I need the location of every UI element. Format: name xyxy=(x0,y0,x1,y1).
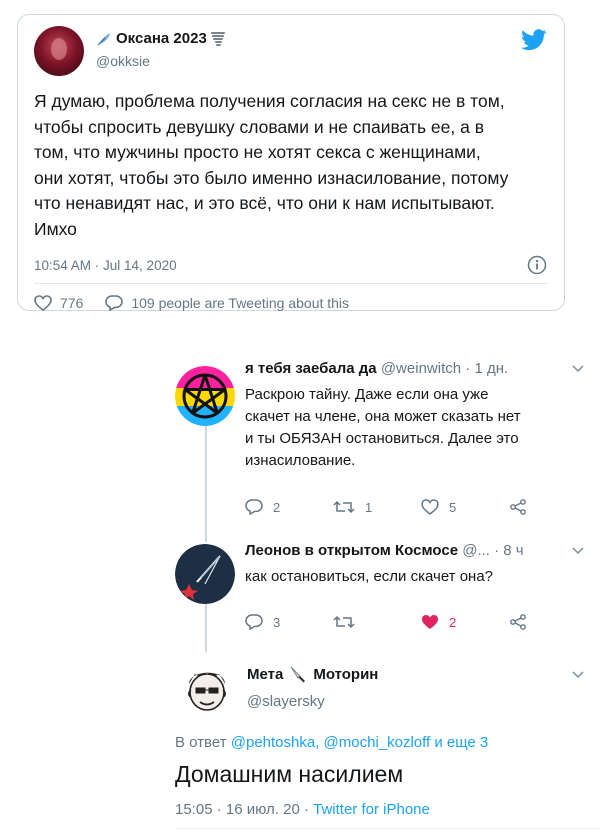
reply-icon xyxy=(245,499,263,515)
heart-icon xyxy=(34,295,52,311)
like-action[interactable]: 776 xyxy=(34,295,83,311)
tweet-author-handle[interactable]: @... xyxy=(462,542,490,559)
tweet-text: Я думаю, проблема получения согласия на … xyxy=(34,91,509,239)
twitter-bird-icon[interactable] xyxy=(521,29,547,51)
cartoon-face-avatar[interactable] xyxy=(179,660,235,716)
like-button[interactable]: 5 xyxy=(421,499,509,515)
reply-context: В ответ @pehtoshka, @mochi_kozloff и еще… xyxy=(175,734,488,751)
author-handle[interactable]: @okksie xyxy=(96,53,150,69)
tweet-time[interactable]: 1 дн. xyxy=(474,360,508,377)
knife-icon xyxy=(290,666,306,683)
reply-icon xyxy=(105,295,124,311)
tweet-time[interactable]: 8 ч xyxy=(503,542,523,559)
reply-count: 2 xyxy=(273,499,281,515)
like-count: 776 xyxy=(60,295,84,311)
rocket-avatar-icon xyxy=(175,544,235,604)
tweeting-about-link[interactable]: 109 people are Tweeting about this xyxy=(105,295,349,311)
author-name-row[interactable]: Оксана 2023 xyxy=(96,30,225,47)
thread-tweet[interactable]: Леонов в открытом Космосе @... · 8 ч как… xyxy=(175,542,599,642)
reply-button[interactable]: 2 xyxy=(245,499,333,515)
tweet-author-name[interactable]: я тебя заебала да xyxy=(245,360,377,377)
like-button[interactable]: 2 xyxy=(421,614,509,630)
tweet-actions: 2 1 5 xyxy=(245,499,597,515)
focused-author-handle[interactable]: @slayersky xyxy=(247,693,325,710)
reply-count: 3 xyxy=(273,614,281,630)
tweet-timestamp[interactable]: 10:54 AM · Jul 14, 2020 xyxy=(34,258,177,273)
embedded-tweet-card[interactable]: Оксана 2023 @okksie Я думаю, проблема по… xyxy=(17,14,565,311)
tweet-avatar[interactable] xyxy=(175,366,235,426)
tweet-actions: 3 2 xyxy=(245,614,597,630)
tweet-source-link[interactable]: Twitter for iPhone xyxy=(313,801,430,818)
tweet-timestamp-row: 15:05 · 16 июл. 20 · Twitter for iPhone xyxy=(175,801,430,818)
tornado-icon xyxy=(210,31,225,46)
reply-button[interactable]: 3 xyxy=(245,614,333,630)
like-count: 2 xyxy=(449,614,457,630)
tweet-header: Леонов в открытом Космосе @... · 8 ч xyxy=(245,542,524,559)
tweet-text: как остановиться, если скачет она? xyxy=(245,568,494,585)
tweet-text: Раскрою тайну. Даже если она уже скачет … xyxy=(245,386,521,469)
author-avatar[interactable] xyxy=(34,26,84,76)
tweet-header: я тебя заебала да @weinwitch · 1 дн. xyxy=(245,360,509,377)
share-button[interactable] xyxy=(509,499,597,515)
retweet-count: 1 xyxy=(365,499,373,515)
author-name-second: Моторин xyxy=(313,665,379,683)
heart-icon xyxy=(421,499,439,515)
chevron-down-icon[interactable] xyxy=(571,670,585,680)
tweet-avatar[interactable] xyxy=(175,544,235,604)
heart-filled-icon xyxy=(422,615,438,629)
divider xyxy=(34,283,548,284)
reply-mentions-link[interactable]: @pehtoshka, @mochi_kozloff и еще 3 xyxy=(231,734,489,751)
info-icon[interactable] xyxy=(527,255,547,275)
pentagram-avatar-icon xyxy=(175,366,235,426)
tweet-author-name[interactable]: Леонов в открытом Космосе xyxy=(245,542,458,559)
tweet-actions: 776 109 people are Tweeting about this xyxy=(34,295,371,311)
focused-author-name[interactable]: Мета Моторин xyxy=(247,665,378,683)
retweet-icon xyxy=(333,500,355,514)
retweet-icon xyxy=(333,615,355,629)
feather-icon xyxy=(97,32,110,45)
author-name: Оксана 2023 xyxy=(116,30,207,47)
tweet-author-handle[interactable]: @weinwitch xyxy=(381,360,461,377)
chevron-down-icon[interactable] xyxy=(571,364,585,374)
reply-icon xyxy=(245,614,263,630)
share-icon xyxy=(510,499,526,515)
author-name-first: Мета xyxy=(247,665,284,683)
share-icon xyxy=(510,614,526,630)
tweeting-about-text: 109 people are Tweeting about this xyxy=(131,295,350,311)
divider xyxy=(175,828,599,829)
like-count: 5 xyxy=(449,499,457,515)
retweet-button[interactable] xyxy=(333,614,421,630)
share-button[interactable] xyxy=(509,614,597,630)
focused-tweet-text: Домашним насилием xyxy=(175,761,404,787)
chevron-down-icon[interactable] xyxy=(571,546,585,556)
retweet-button[interactable]: 1 xyxy=(333,499,421,515)
reply-prefix: В ответ xyxy=(175,734,227,751)
thread-tweet[interactable]: я тебя заебала да @weinwitch · 1 дн. Рас… xyxy=(175,360,599,530)
tweet-time[interactable]: 15:05 · 16 июл. 20 · xyxy=(175,801,309,818)
